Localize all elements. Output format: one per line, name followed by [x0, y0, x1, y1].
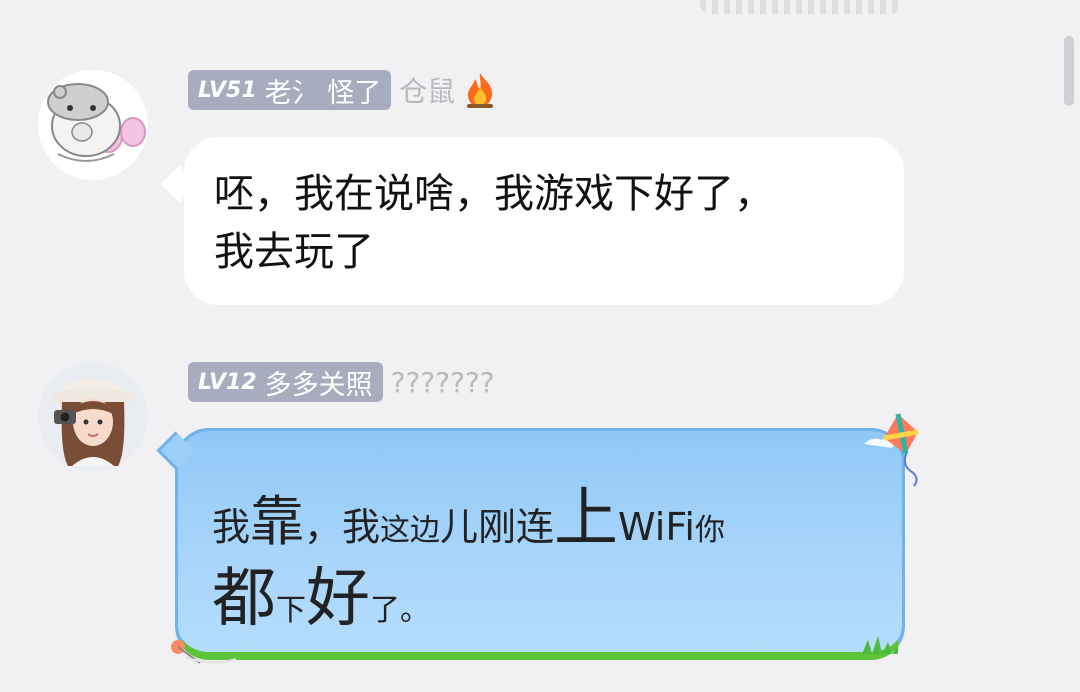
message-text-run: 都 [212, 562, 276, 636]
message-text-run: WiFi [618, 505, 695, 549]
level-label: LV51 [198, 77, 257, 103]
message-text-run: 你 [695, 513, 725, 548]
hamster-avatar-icon[interactable] [38, 70, 148, 180]
user-tag[interactable]: LV51 老氵 怪了 [188, 70, 392, 110]
message-line: 都下好了。 [212, 547, 868, 636]
message-bubble-themed[interactable]: 我靠，我 这边 儿刚连上 WiFi 你 都下好了。 [156, 428, 905, 660]
message-2-header: LV12 多多关照 ??????? [188, 362, 495, 402]
message-1-header: LV51 老氵 怪了 仓鼠 [188, 70, 497, 110]
scrollbar[interactable] [1064, 36, 1074, 106]
message-text-run: 靠 [250, 490, 305, 553]
message-text-run: 好 [306, 562, 370, 636]
previous-message-fragment [700, 0, 900, 14]
message-text-run: 下 [276, 593, 306, 628]
message-text-run: 这边 [380, 513, 441, 548]
level-label: LV12 [198, 369, 257, 395]
grass-icon [862, 632, 898, 654]
message-text-run: 我 [212, 505, 251, 549]
pin-decoration-icon [166, 633, 237, 667]
message-text-run: ，我 [304, 505, 381, 549]
message-line: 我去玩了 [214, 229, 374, 275]
user-tag[interactable]: LV12 多多关照 [188, 362, 383, 402]
member-title: 仓鼠 [399, 75, 456, 108]
message-bubble[interactable]: 呸，我在说啥，我游戏下好了， 我去玩了 [160, 137, 904, 305]
message-line: 我靠，我 这边 儿刚连上 WiFi 你 [212, 467, 868, 556]
member-title: ??????? [390, 365, 495, 399]
kite-icon [862, 410, 926, 488]
message-line: 呸，我在说啥，我游戏下好了， [214, 171, 774, 217]
message-text-run: 儿刚连 [440, 505, 555, 549]
fire-icon [463, 71, 497, 109]
girl-with-camera-avatar-icon[interactable] [38, 362, 148, 472]
message-text-run: 上 [554, 482, 619, 556]
nickname: 多多关照 [264, 369, 373, 401]
message-text-run: 了。 [370, 593, 430, 628]
nickname: 老氵 怪了 [264, 77, 382, 109]
